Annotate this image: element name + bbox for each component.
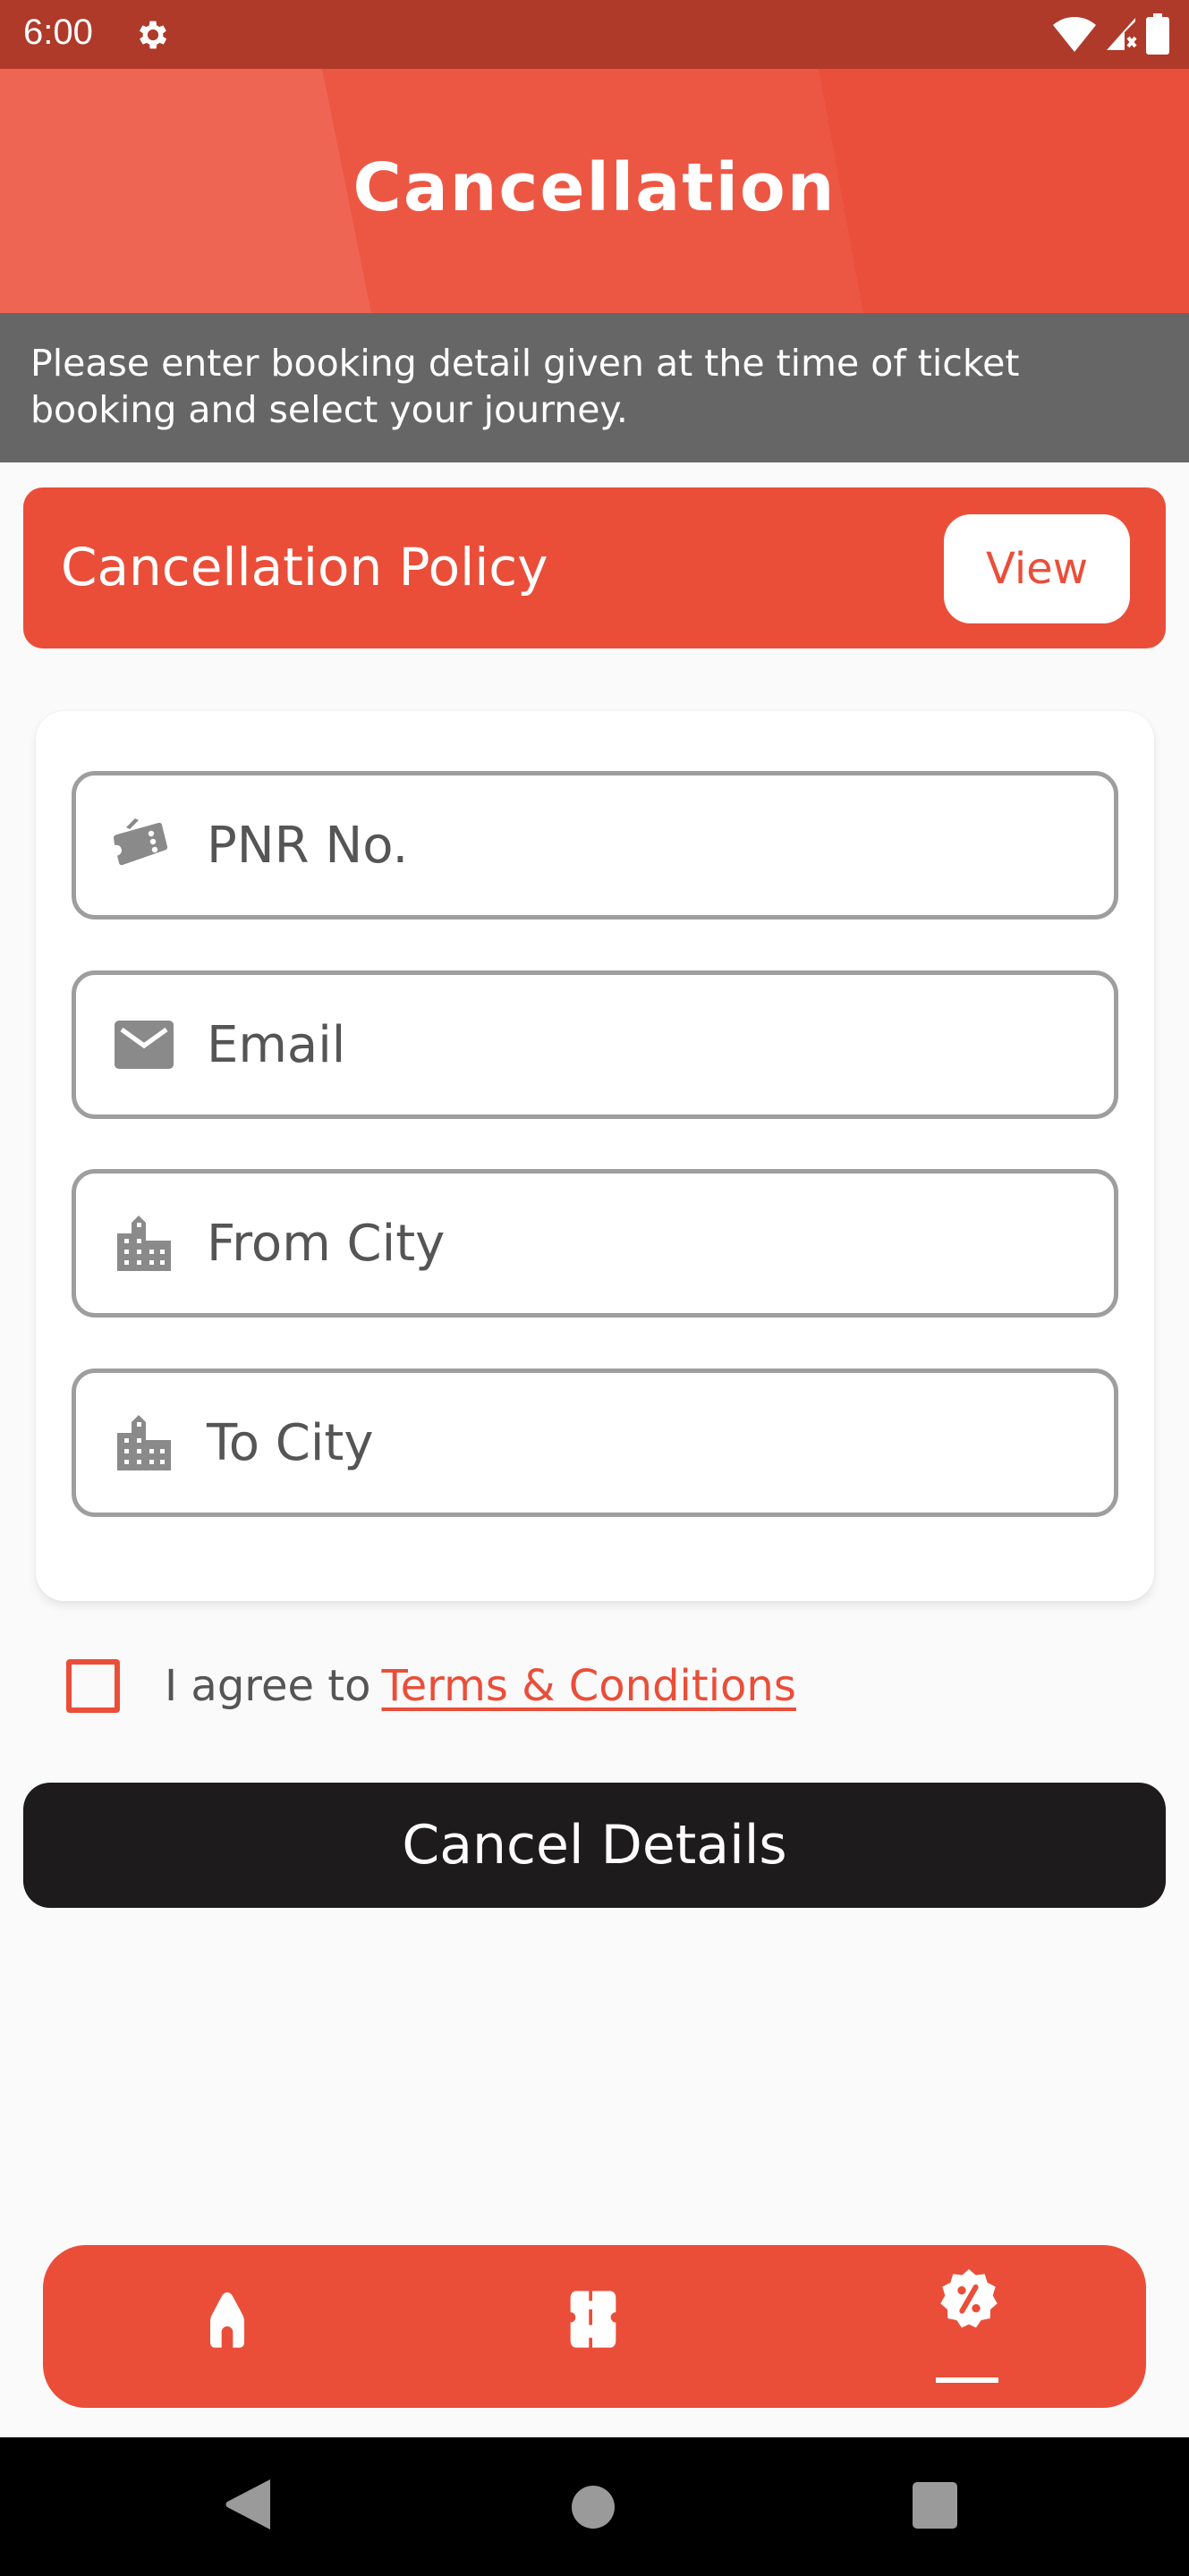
- email-input[interactable]: Email: [207, 1016, 345, 1074]
- app-header: Cancellation: [0, 69, 1189, 313]
- pnr-field[interactable]: PNR No.: [72, 771, 1118, 919]
- terms-agreement-row: I agree to Terms & Conditions: [66, 1655, 796, 1717]
- from-city-input[interactable]: From City: [207, 1215, 445, 1273]
- status-bar: 6:00: [0, 0, 1189, 69]
- cancel-details-button[interactable]: Cancel Details: [23, 1783, 1166, 1908]
- pnr-input[interactable]: PNR No.: [207, 817, 408, 875]
- info-text: Please enter booking detail given at the…: [30, 342, 1020, 431]
- settings-gear-icon: [139, 21, 167, 49]
- nav-offers[interactable]: [879, 2245, 1058, 2408]
- email-icon: [108, 1009, 180, 1080]
- to-city-field[interactable]: To City: [72, 1368, 1118, 1517]
- email-field[interactable]: Email: [72, 970, 1118, 1119]
- ticket-icon: [570, 2291, 616, 2348]
- from-city-field[interactable]: From City: [72, 1169, 1118, 1318]
- to-city-input[interactable]: To City: [207, 1414, 374, 1472]
- ticket-icon: [108, 809, 180, 881]
- system-navigation-bar: [0, 2437, 1189, 2576]
- info-banner: Please enter booking detail given at the…: [0, 313, 1189, 462]
- discount-badge-icon: [940, 2269, 998, 2328]
- status-time: 6:00: [23, 13, 93, 52]
- terms-checkbox[interactable]: [66, 1659, 120, 1713]
- battery-icon: [1146, 13, 1169, 55]
- nav-tickets[interactable]: [504, 2245, 683, 2408]
- home-icon: [210, 2292, 244, 2348]
- home-button-icon[interactable]: [570, 2484, 616, 2530]
- bottom-navigation: [43, 2245, 1146, 2408]
- agree-label: I agree to: [165, 1661, 371, 1711]
- nav-home[interactable]: [138, 2245, 317, 2408]
- policy-title: Cancellation Policy: [61, 537, 548, 597]
- cancellation-policy-banner: Cancellation Policy View: [23, 487, 1166, 648]
- city-icon: [108, 1208, 180, 1279]
- booking-form-card: PNR No. Email From City To City: [36, 711, 1154, 1601]
- recents-icon[interactable]: [913, 2482, 957, 2529]
- terms-conditions-link[interactable]: Terms & Conditions: [381, 1661, 795, 1711]
- page-title: Cancellation: [352, 149, 837, 226]
- city-icon: [108, 1407, 180, 1479]
- signal-icon: [1107, 18, 1137, 50]
- active-tab-indicator: [936, 2377, 998, 2383]
- status-icons: [1053, 13, 1169, 55]
- view-policy-button[interactable]: View: [944, 514, 1130, 623]
- wifi-icon: [1053, 17, 1096, 52]
- back-icon[interactable]: [224, 2478, 274, 2531]
